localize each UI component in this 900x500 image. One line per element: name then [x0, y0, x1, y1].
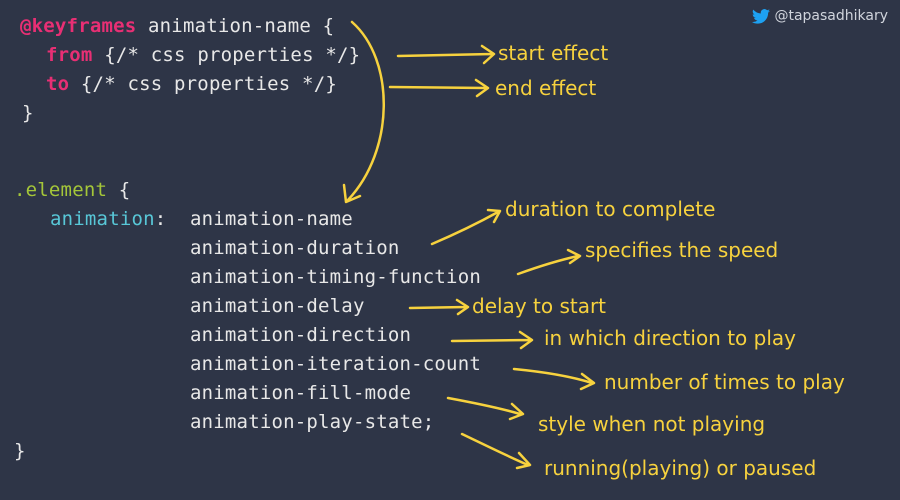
arrow-direction — [450, 330, 534, 350]
note-direction: in which direction to play — [544, 326, 796, 350]
arrow-fill-mode — [446, 396, 525, 421]
note-fill-mode: style when not playing — [538, 412, 766, 436]
note-timing: specifies the speed — [585, 238, 779, 262]
arrow-start-effect — [396, 44, 496, 65]
note-iteration: number of times to play — [604, 370, 845, 394]
arrow-delay — [408, 298, 470, 316]
arrow-play-state — [460, 432, 532, 470]
note-play-state: running(playing) or paused — [544, 456, 817, 480]
arrow-end-effect — [388, 78, 490, 98]
note-delay: delay to start — [472, 294, 607, 318]
arrow-iteration — [512, 367, 596, 391]
arrow-duration — [430, 208, 502, 246]
note-start-effect: start effect — [498, 41, 609, 65]
arrow-keyframes-to-name — [342, 20, 385, 204]
note-end-effect: end effect — [495, 76, 597, 100]
arrow-timing — [516, 248, 582, 276]
note-duration: duration to complete — [505, 197, 716, 221]
